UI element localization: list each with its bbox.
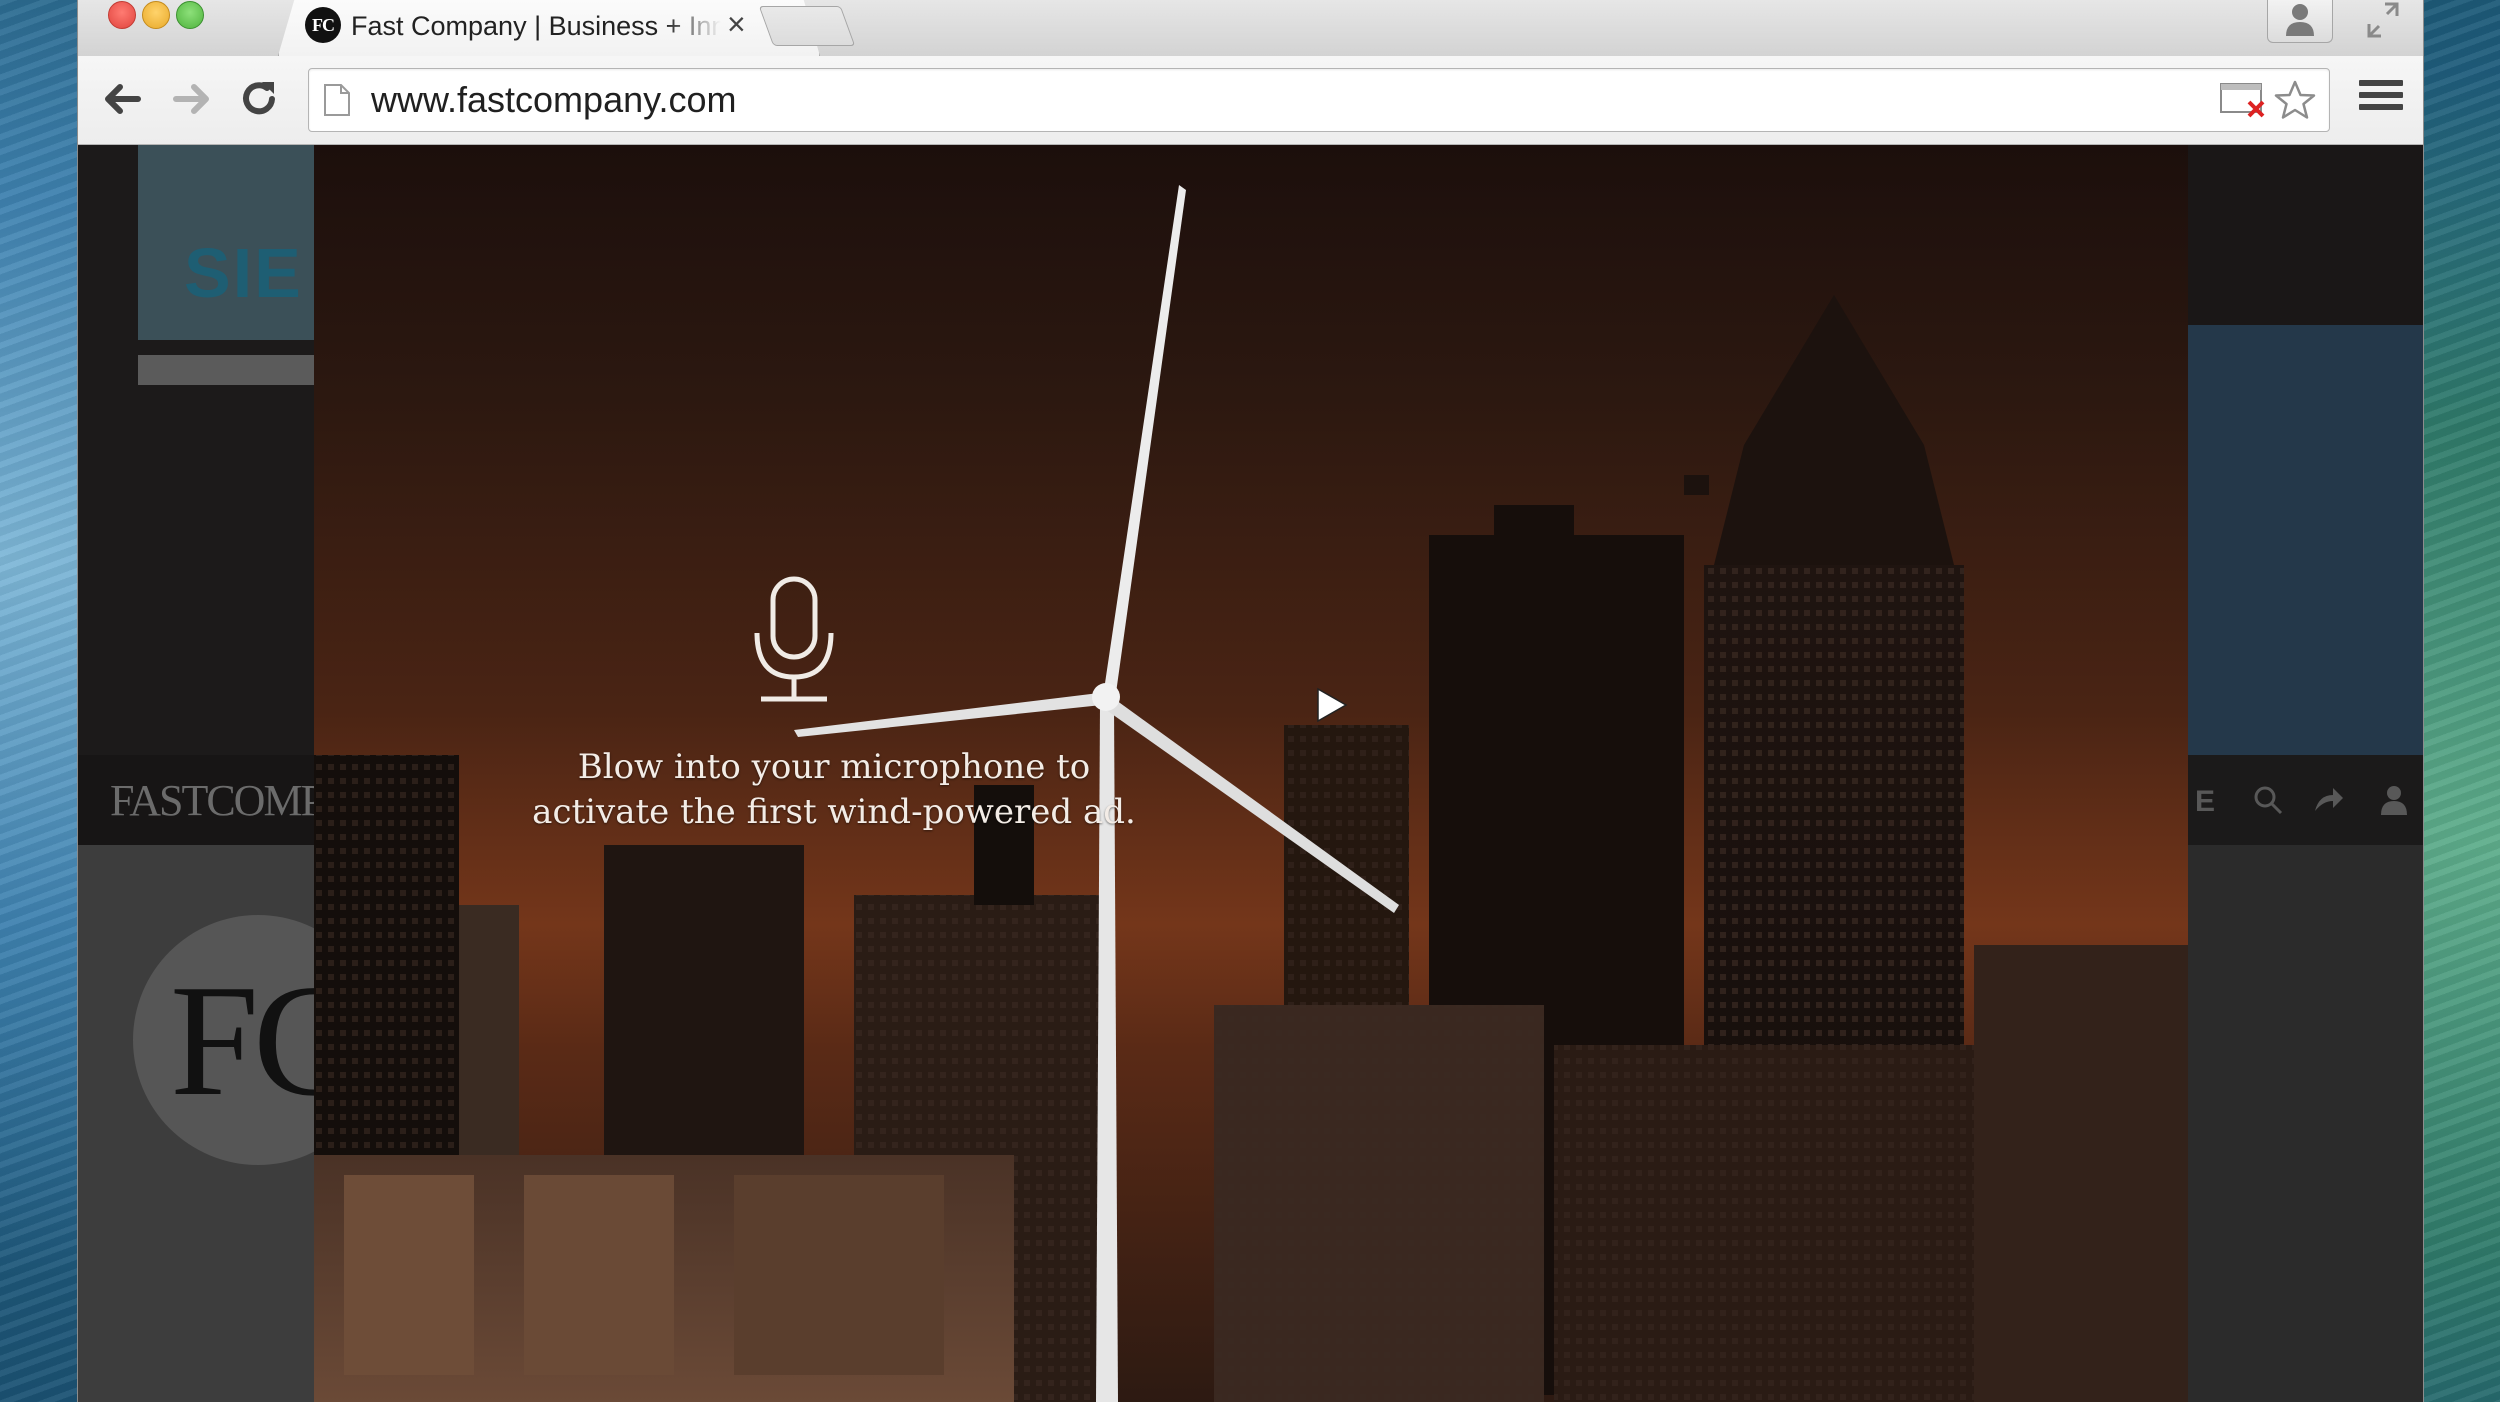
fullscreen-button[interactable] <box>2363 0 2403 40</box>
share-icon[interactable] <box>2313 785 2345 815</box>
address-bar[interactable]: www.fastcompany.com <box>308 68 2330 132</box>
chrome-menu-button[interactable] <box>2359 80 2403 120</box>
tab-close-icon[interactable]: × <box>727 6 746 42</box>
back-button[interactable] <box>98 74 148 124</box>
hamburger-menu-icon-line <box>2359 104 2403 110</box>
tab-strip: FC Fast Company | Business + Innovation … <box>78 0 2423 56</box>
new-tab-button[interactable] <box>758 6 856 46</box>
sponsor-logo-text: SIE <box>184 234 303 312</box>
popup-blocked-icon[interactable] <box>2219 82 2267 118</box>
hamburger-menu-icon-line <box>2359 92 2403 98</box>
hamburger-menu-icon <box>2359 80 2403 86</box>
page-icon <box>324 84 350 116</box>
reload-icon <box>243 82 275 115</box>
site-nav-partial-label[interactable]: E <box>2195 785 2215 819</box>
back-arrow-icon <box>105 84 141 114</box>
microphone-icon <box>754 576 834 702</box>
ad-instruction: Blow into your microphone to activate th… <box>484 745 1184 835</box>
site-right-bottom <box>2188 845 2423 1402</box>
window-close-button[interactable] <box>108 1 136 29</box>
star-icon[interactable] <box>2273 79 2317 121</box>
tab-title: Fast Company | Business + Innovation <box>351 11 721 41</box>
window-minimize-button[interactable] <box>142 1 170 29</box>
search-icon[interactable] <box>2253 785 2283 815</box>
browser-toolbar: www.fastcompany.com <box>78 56 2423 145</box>
forward-button[interactable] <box>166 74 216 124</box>
mouse-cursor-icon <box>1317 687 1348 723</box>
wind-powered-ad[interactable]: Blow into your microphone to activate th… <box>314 145 2188 1402</box>
forward-arrow-icon <box>173 84 209 114</box>
site-right-image <box>2188 325 2423 755</box>
ad-instruction-line-1: Blow into your microphone to <box>577 747 1091 787</box>
favicon-icon: FC <box>305 7 341 43</box>
page-viewport: SIE FASTCOMPAN FC E Blow into your micro… <box>78 145 2423 1402</box>
tab-fast-company[interactable]: FC Fast Company | Business + Innovation … <box>278 0 820 56</box>
ad-instruction-line-2: activate the first wind-powered ad. <box>532 792 1136 832</box>
site-right-top <box>2188 145 2423 325</box>
fullscreen-icon <box>2367 2 2399 38</box>
browser-window: FC Fast Company | Business + Innovation … <box>78 0 2423 1402</box>
profile-button[interactable] <box>2267 0 2333 43</box>
user-icon[interactable] <box>2381 785 2407 815</box>
url-text[interactable]: www.fastcompany.com <box>371 79 736 121</box>
sponsor-bar <box>138 355 314 385</box>
reload-button[interactable] <box>234 74 284 124</box>
window-zoom-button[interactable] <box>176 1 204 29</box>
person-icon <box>2286 4 2314 36</box>
